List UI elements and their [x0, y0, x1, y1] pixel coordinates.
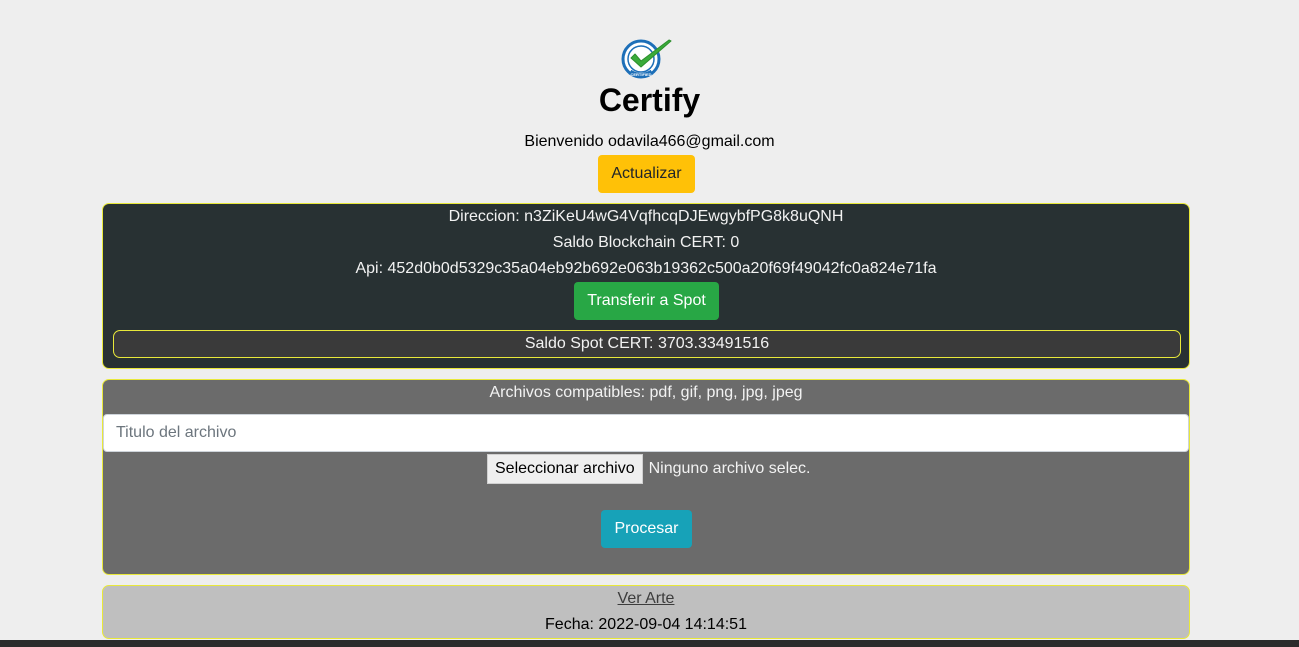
app-title: Certify: [598, 82, 701, 118]
art-date: Fecha: 2022-09-04 14:14:51: [545, 616, 747, 633]
transfer-to-spot-button[interactable]: Transferir a Spot: [574, 282, 719, 320]
upload-card: Archivos compatibles: pdf, gif, png, jpg…: [102, 379, 1190, 575]
certified-check-icon: CERTIFIED: [621, 39, 672, 79]
process-button[interactable]: Procesar: [601, 510, 692, 548]
compatible-files-text: Archivos compatibles: pdf, gif, png, jpg…: [489, 384, 803, 401]
taskbar: [0, 640, 1299, 647]
wallet-address: Direccion: n3ZiKeU4wG4VqfhcqDJEwgybfPG8k…: [448, 208, 844, 225]
logo-text: CERTIFIED: [630, 72, 651, 77]
blockchain-balance: Saldo Blockchain CERT: 0: [552, 234, 740, 251]
welcome-text: Bienvenido odavila466@gmail.com: [524, 133, 775, 150]
art-link-row: Ver Arte: [103, 589, 1189, 609]
art-card: Ver Arte Fecha: 2022-09-04 14:14:51: [102, 585, 1190, 639]
view-art-link[interactable]: Ver Arte: [618, 590, 675, 607]
api-key: Api: 452d0b0d5329c35a04eb92b692e063b1936…: [355, 260, 937, 277]
wallet-card: Direccion: n3ZiKeU4wG4VqfhcqDJEwgybfPG8k…: [102, 203, 1190, 369]
spot-balance: Saldo Spot CERT: 3703.33491516: [113, 330, 1181, 358]
file-picker: Seleccionar archivo Ninguno archivo sele…: [487, 454, 811, 484]
refresh-button[interactable]: Actualizar: [598, 155, 695, 193]
page: CERTIFIED Certify Bienvenido odavila466@…: [0, 0, 1299, 647]
choose-file-button[interactable]: Seleccionar archivo: [487, 454, 643, 484]
file-status-text: Ninguno archivo selec.: [648, 460, 811, 477]
file-title-input[interactable]: [103, 414, 1189, 452]
